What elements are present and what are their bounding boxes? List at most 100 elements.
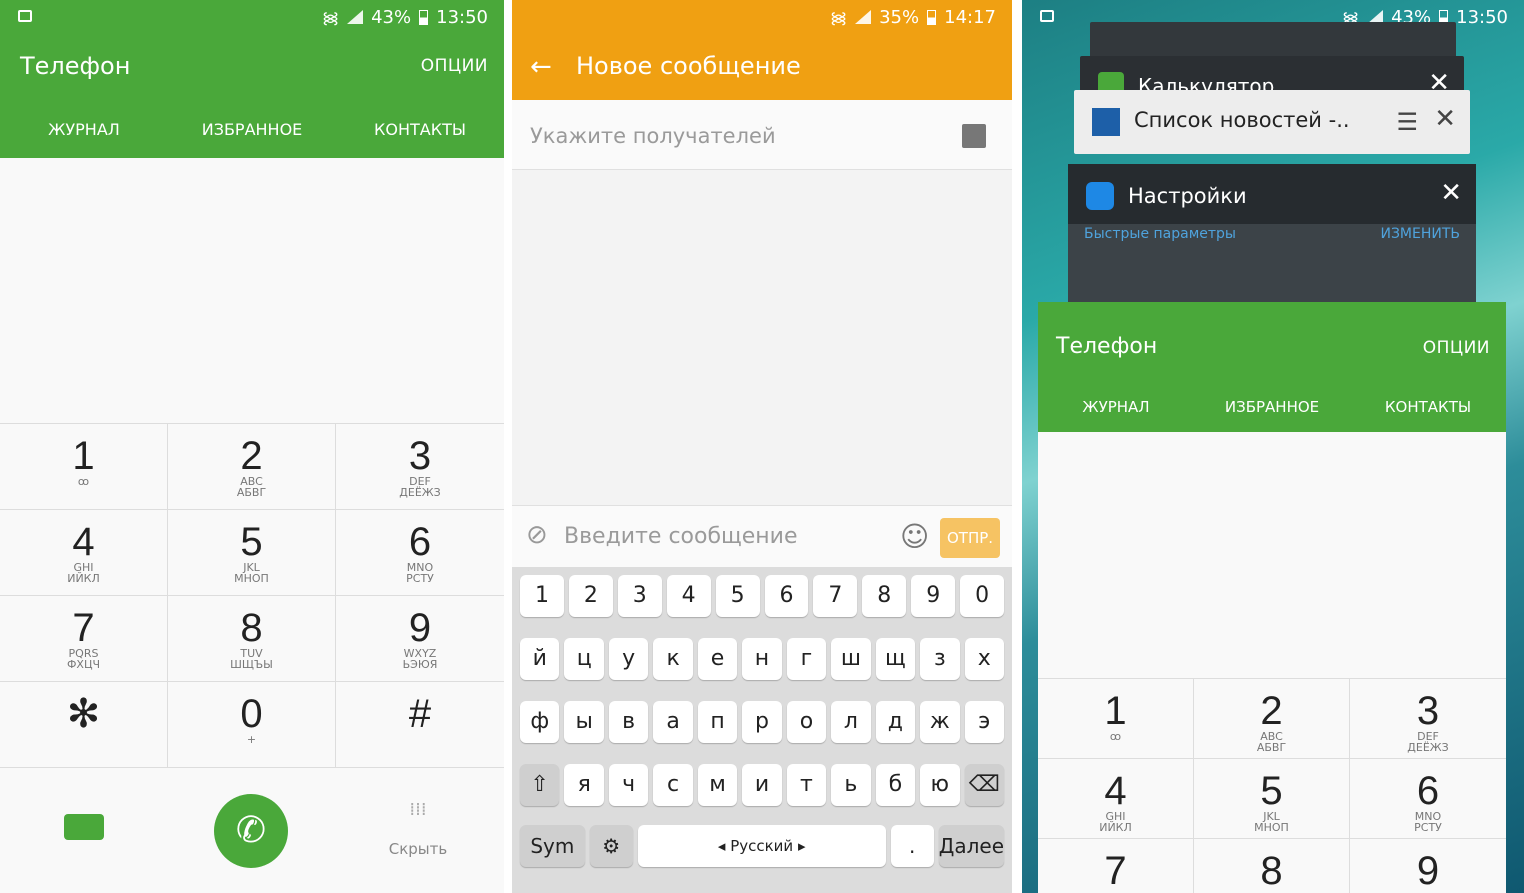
keyboard-key[interactable]: 0 — [960, 575, 1005, 617]
dial-key[interactable]: 7 — [1038, 839, 1194, 893]
keyboard-key[interactable]: х — [964, 638, 1004, 680]
dial-key[interactable]: 3 DEF ДЕЁЖЗ — [336, 424, 504, 510]
call-button[interactable]: ✆ — [214, 794, 288, 868]
dial-key[interactable]: 6 MNO РСТУ — [1350, 759, 1506, 839]
options-button[interactable]: ОПЦИИ — [421, 56, 488, 76]
keyboard-key[interactable]: 7 — [813, 575, 858, 617]
keyboard-key[interactable]: п — [697, 701, 738, 743]
close-icon[interactable]: ✕ — [1434, 104, 1456, 134]
keyboard-key[interactable]: 6 — [764, 575, 809, 617]
keyboard-key[interactable]: м — [697, 764, 738, 806]
dial-key[interactable]: 4 GHI ИЙКЛ — [1038, 759, 1194, 839]
keyboard-key[interactable]: 9 — [911, 575, 956, 617]
keyboard-key[interactable]: у — [608, 638, 649, 680]
keyboard-key[interactable]: л — [831, 701, 871, 743]
hide-button[interactable]: ⁞⁞⁞ Скрыть — [388, 801, 448, 859]
dial-key[interactable]: 7 PQRS ФХЦЧ — [0, 596, 168, 682]
tab-log[interactable]: ЖУРНАЛ — [1038, 398, 1194, 416]
recent-card-settings[interactable]: Настройки ✕ Быстрые параметры ИЗМЕНИТЬ — [1068, 164, 1476, 304]
keyboard-key[interactable]: э — [964, 701, 1004, 743]
dial-key[interactable]: ✻ — [0, 682, 168, 768]
keyboard-key[interactable]: б — [875, 764, 916, 806]
recent-card-phone[interactable]: Телефон ОПЦИИ ЖУРНАЛ ИЗБРАННОЕ КОНТАКТЫ … — [1038, 302, 1506, 893]
keyboard-key[interactable]: ⇧ — [520, 764, 560, 806]
dial-key[interactable]: 2 ABC АБВГ — [168, 424, 336, 510]
attach-icon[interactable]: ⊘ — [526, 520, 548, 550]
dial-key[interactable]: 1ꝏ — [1038, 679, 1194, 759]
settings-gear-icon — [1086, 182, 1114, 210]
tab-favorites[interactable]: ИЗБРАННОЕ — [1194, 398, 1350, 416]
dial-key[interactable]: 1ꝏ — [0, 424, 168, 510]
message-input[interactable]: Введите сообщение — [564, 524, 798, 549]
keyboard-key[interactable]: т — [786, 764, 827, 806]
keyboard-key[interactable]: ⌫ — [964, 764, 1004, 806]
keyboard-key[interactable]: о — [786, 701, 827, 743]
keyboard-key[interactable]: 3 — [617, 575, 662, 617]
tab-favorites[interactable]: ИЗБРАННОЕ — [168, 120, 336, 139]
keyboard-key[interactable]: з — [920, 638, 960, 680]
keyboard-key[interactable]: ф — [520, 701, 560, 743]
keyboard-key[interactable]: р — [742, 701, 782, 743]
dial-key[interactable]: 5 JKL МНОП — [1194, 759, 1350, 839]
keyboard-key[interactable]: ц — [564, 638, 604, 680]
recipient-field[interactable]: Укажите получателей — [512, 100, 1012, 170]
video-call-icon[interactable] — [64, 814, 104, 840]
dial-letters: PQRS ФХЦЧ — [66, 647, 101, 671]
dial-key[interactable]: 9 — [1350, 839, 1506, 893]
close-icon[interactable]: ✕ — [1440, 178, 1462, 208]
keyboard-key[interactable]: 2 — [568, 575, 613, 617]
keyboard-key[interactable]: ю — [920, 764, 960, 806]
keyboard-key[interactable]: 1 — [520, 575, 564, 617]
keyboard-key[interactable]: я — [564, 764, 604, 806]
next-key[interactable]: Далее — [938, 825, 1005, 867]
dial-letters: ABC АБВГ — [1256, 730, 1287, 754]
recipient-input[interactable]: Укажите получателей — [530, 124, 776, 148]
keyboard-key[interactable]: ы — [564, 701, 604, 743]
dial-key[interactable]: 0 + — [168, 682, 336, 768]
dial-key[interactable]: 3 DEF ДЕЁЖЗ — [1350, 679, 1506, 759]
options-button[interactable]: ОПЦИИ — [1423, 338, 1490, 358]
dial-key[interactable]: 5 JKL МНОП — [168, 510, 336, 596]
emoji-icon[interactable]: ☺ — [900, 520, 929, 553]
card-title: Настройки — [1128, 184, 1247, 208]
dial-key[interactable]: 2 ABC АБВГ — [1194, 679, 1350, 759]
sym-key[interactable]: Sym — [520, 825, 585, 867]
keyboard-key[interactable]: д — [875, 701, 916, 743]
keyboard-key[interactable]: к — [653, 638, 693, 680]
tab-contacts[interactable]: КОНТАКТЫ — [336, 120, 504, 139]
contact-picker-icon[interactable] — [962, 124, 986, 148]
keyboard-key[interactable]: н — [742, 638, 782, 680]
keyboard-key[interactable]: е — [697, 638, 738, 680]
keyboard-key[interactable]: в — [608, 701, 649, 743]
dial-key[interactable]: 9 WXYZ ЬЭЮЯ — [336, 596, 504, 682]
keyboard-key[interactable]: ж — [920, 701, 960, 743]
dial-key[interactable]: # — [336, 682, 504, 768]
recent-card-news[interactable]: Список новостей -.. ☰ ✕ — [1074, 90, 1470, 154]
keyboard-key[interactable]: ч — [608, 764, 649, 806]
keyboard-key[interactable]: 8 — [862, 575, 907, 617]
keyboard-key[interactable]: й — [520, 638, 560, 680]
dial-digit: 4 — [72, 520, 95, 564]
keyboard-key[interactable]: ь — [831, 764, 871, 806]
dial-key[interactable]: 8 — [1194, 839, 1350, 893]
tab-contacts[interactable]: КОНТАКТЫ — [1350, 398, 1506, 416]
keyboard-key[interactable]: ш — [831, 638, 871, 680]
split-view-icon[interactable]: ☰ — [1396, 108, 1418, 136]
keyboard-key[interactable]: г — [786, 638, 827, 680]
tab-log[interactable]: ЖУРНАЛ — [0, 120, 168, 139]
keyboard-key[interactable]: а — [653, 701, 693, 743]
dial-key[interactable]: 6 MNO РСТУ — [336, 510, 504, 596]
dial-key[interactable]: 8 TUV ШЩЪЫ — [168, 596, 336, 682]
keyboard-key[interactable]: с — [653, 764, 693, 806]
space-key[interactable]: ◂ Русский ▸ — [637, 825, 886, 867]
keyboard-key[interactable]: щ — [875, 638, 916, 680]
dial-key[interactable]: 4 GHI ИЙКЛ — [0, 510, 168, 596]
keyboard-key[interactable]: 5 — [715, 575, 760, 617]
back-arrow-icon[interactable]: ← — [530, 52, 552, 82]
settings-key[interactable]: ⚙ — [589, 825, 633, 867]
keyboard-key[interactable]: и — [742, 764, 782, 806]
period-key[interactable]: . — [890, 825, 934, 867]
keyboard-key[interactable]: 4 — [666, 575, 711, 617]
dial-letters: JKL МНОП — [234, 561, 269, 585]
send-button[interactable]: ОТПР. — [940, 518, 1000, 558]
